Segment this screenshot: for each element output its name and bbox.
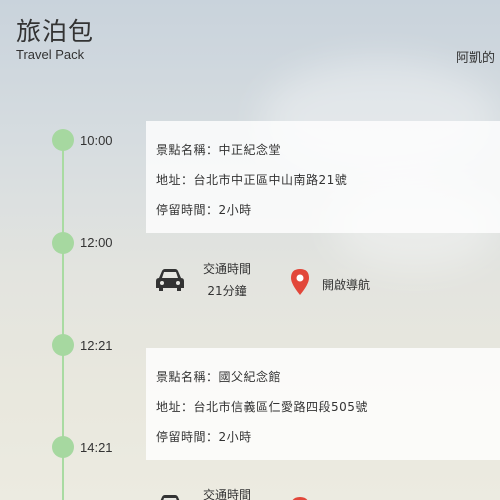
app-title: 旅泊包 xyxy=(16,17,95,46)
app-subtitle: Travel Pack xyxy=(16,47,85,62)
travel-time-label: 交通時間 xyxy=(202,262,251,276)
car-icon xyxy=(156,269,184,291)
timeline-time: 12:21 xyxy=(80,338,113,353)
timeline-dot xyxy=(52,334,74,356)
travel-time-value: 21分鐘 xyxy=(207,284,247,298)
stop-name: 景點名稱：國父紀念館 xyxy=(156,370,282,384)
travel-time-label: 交通時間 xyxy=(202,488,251,500)
stop-name: 景點名稱：中正紀念堂 xyxy=(156,143,282,157)
stop-address: 地址：台北市中正區中山南路21號 xyxy=(156,173,348,187)
car-icon xyxy=(160,495,180,500)
timeline-dot xyxy=(52,232,74,254)
user-name[interactable]: 阿凱的 xyxy=(456,47,495,66)
travel-segment: 交通時間 21分鐘 開啟導航 xyxy=(146,256,500,316)
stop-card[interactable]: 景點名稱：國父紀念館 地址：台北市信義區仁愛路四段505號 停留時間：2小時 xyxy=(146,348,500,460)
map-pin-icon[interactable] xyxy=(290,269,310,295)
open-navigation-button[interactable]: 開啟導航 xyxy=(322,276,370,293)
timeline-time: 12:00 xyxy=(80,235,113,250)
travel-segment: 交通時間 xyxy=(146,482,500,500)
timeline-time: 10:00 xyxy=(80,133,113,148)
stop-card[interactable]: 景點名稱：中正紀念堂 地址：台北市中正區中山南路21號 停留時間：2小時 xyxy=(146,121,500,233)
stop-duration: 停留時間：2小時 xyxy=(156,203,252,217)
timeline-dot xyxy=(52,129,74,151)
stop-duration: 停留時間：2小時 xyxy=(156,430,252,444)
timeline-dot xyxy=(52,436,74,458)
timeline-time: 14:21 xyxy=(80,440,113,455)
stop-address: 地址：台北市信義區仁愛路四段505號 xyxy=(156,400,368,414)
